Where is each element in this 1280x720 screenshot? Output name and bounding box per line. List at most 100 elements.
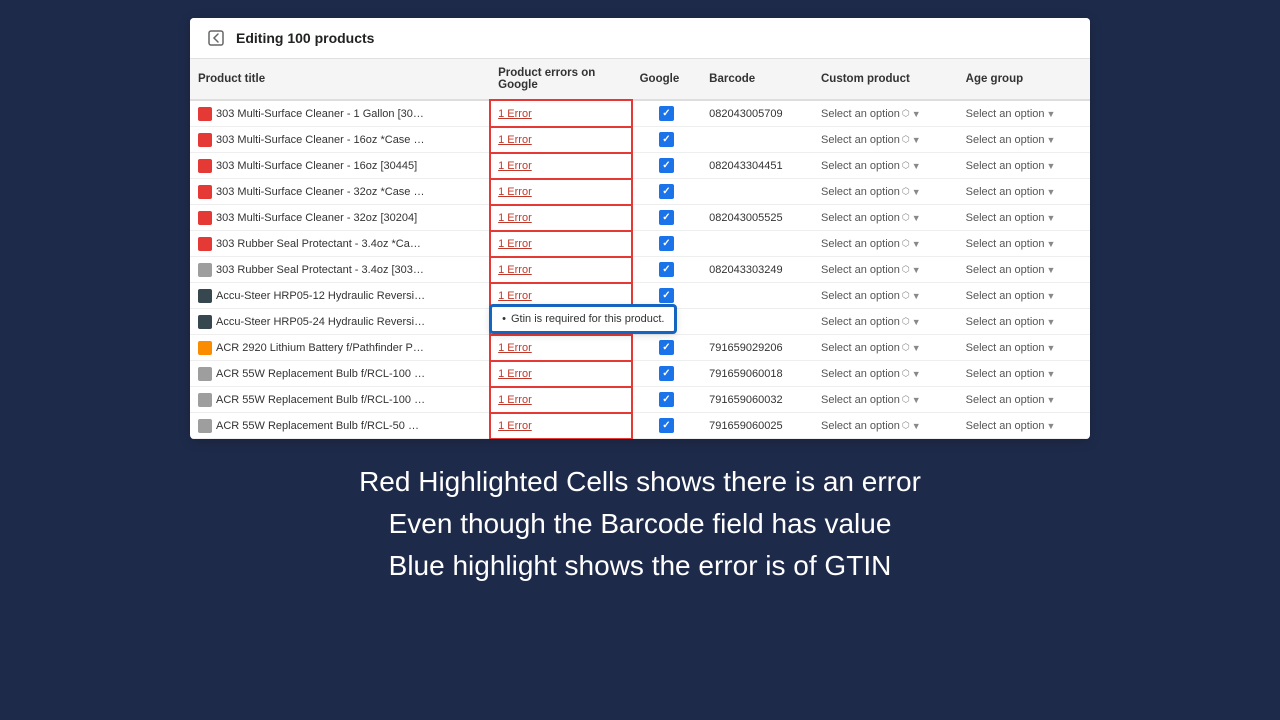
custom-product-select[interactable]: Select an option <box>821 290 900 302</box>
custom-product-select[interactable]: Select an option <box>821 368 900 380</box>
product-icon <box>198 341 212 355</box>
select-arrow-icon: ⬡ <box>902 394 910 405</box>
age-chevron-icon: ▼ <box>1047 239 1056 249</box>
checkbox-checked[interactable] <box>659 184 674 199</box>
barcode-cell: 791659060025 <box>701 413 813 439</box>
product-name: ACR 2920 Lithium Battery f/Pathfinder Pr… <box>216 342 426 354</box>
error-link[interactable]: 1 Error <box>498 160 532 172</box>
select-arrow-icon: ⬡ <box>902 160 910 171</box>
product-icon <box>198 419 212 433</box>
product-icon <box>198 237 212 251</box>
custom-product-select[interactable]: Select an option <box>821 134 900 146</box>
error-link[interactable]: 1 Error <box>498 238 532 250</box>
table-header-row: Product title Product errors onGoogle Go… <box>190 59 1090 100</box>
error-link[interactable]: 1 Error <box>498 368 532 380</box>
barcode-cell <box>701 283 813 309</box>
back-icon[interactable] <box>206 28 226 48</box>
checkbox-checked[interactable] <box>659 210 674 225</box>
custom-product-select[interactable]: Select an option <box>821 342 900 354</box>
error-link[interactable]: 1 Error <box>498 134 532 146</box>
error-cell: 1 Error <box>490 387 631 413</box>
age-group-select[interactable]: Select an option <box>966 238 1045 250</box>
age-group-select[interactable]: Select an option <box>966 108 1045 120</box>
error-link[interactable]: 1 Error <box>498 394 532 406</box>
checkbox-checked[interactable] <box>659 366 674 381</box>
error-link[interactable]: 1 Error <box>498 264 532 276</box>
product-icon <box>198 393 212 407</box>
age-chevron-icon: ▼ <box>1047 187 1056 197</box>
checkbox-checked[interactable] <box>659 106 674 121</box>
age-group-select[interactable]: Select an option <box>966 160 1045 172</box>
table-row: 303 Multi-Surface Cleaner - 16oz [30445]… <box>190 153 1090 179</box>
custom-product-select[interactable]: Select an option <box>821 108 900 120</box>
chevron-icon: ▼ <box>912 343 921 353</box>
product-name: 303 Multi-Surface Cleaner - 32oz [30204] <box>216 212 417 224</box>
products-table: Product title Product errors onGoogle Go… <box>190 59 1090 439</box>
barcode-cell <box>701 127 813 153</box>
custom-product-cell: Select an option ⬡ ▼ <box>813 127 958 153</box>
error-cell: 1 Error <box>490 335 631 361</box>
age-group-select[interactable]: Select an option <box>966 368 1045 380</box>
product-icon <box>198 185 212 199</box>
age-group-select[interactable]: Select an option <box>966 264 1045 276</box>
checkbox-checked[interactable] <box>659 392 674 407</box>
table-row: 303 Rubber Seal Protectant - 3.4oz [3032… <box>190 257 1090 283</box>
custom-product-cell: Select an option ⬡ ▼ <box>813 309 958 335</box>
age-group-cell: Select an option ▼ <box>958 361 1090 387</box>
custom-product-cell: Select an option ⬡ ▼ <box>813 231 958 257</box>
error-cell: 1 Error <box>490 257 631 283</box>
product-title-cell: 303 Multi-Surface Cleaner - 16oz [30445] <box>190 153 490 179</box>
error-link[interactable]: 1 Error <box>498 290 532 302</box>
product-title-cell: ACR 55W Replacement Bulb f/RCL-100 Searc… <box>190 361 490 387</box>
barcode-cell: 082043005525 <box>701 205 813 231</box>
checkbox-checked[interactable] <box>659 288 674 303</box>
custom-product-select[interactable]: Select an option <box>821 420 900 432</box>
age-group-select[interactable]: Select an option <box>966 290 1045 302</box>
product-icon <box>198 367 212 381</box>
age-group-select[interactable]: Select an option <box>966 212 1045 224</box>
checkbox-checked[interactable] <box>659 132 674 147</box>
table-row: Accu-Steer HRP05-12 Hydraulic Reversing … <box>190 283 1090 309</box>
product-title-cell: 303 Multi-Surface Cleaner - 16oz *Case o… <box>190 127 490 153</box>
age-group-select[interactable]: Select an option <box>966 316 1045 328</box>
select-arrow-icon: ⬡ <box>902 316 910 327</box>
custom-product-select[interactable]: Select an option <box>821 186 900 198</box>
age-group-select[interactable]: Select an option <box>966 134 1045 146</box>
custom-product-select[interactable]: Select an option <box>821 212 900 224</box>
checkbox-checked[interactable] <box>659 236 674 251</box>
barcode-cell: 791659060032 <box>701 387 813 413</box>
custom-product-select[interactable]: Select an option <box>821 394 900 406</box>
error-link[interactable]: 1 Error <box>498 108 532 120</box>
custom-product-select[interactable]: Select an option <box>821 264 900 276</box>
age-chevron-icon: ▼ <box>1047 291 1056 301</box>
error-link[interactable]: 1 Error <box>498 186 532 198</box>
checkbox-checked[interactable] <box>659 340 674 355</box>
col-custom-product: Custom product <box>813 59 958 100</box>
error-link[interactable]: 1 Error <box>498 420 532 432</box>
checkbox-checked[interactable] <box>659 158 674 173</box>
checkbox-checked[interactable] <box>659 418 674 433</box>
age-chevron-icon: ▼ <box>1047 343 1056 353</box>
custom-product-select[interactable]: Select an option <box>821 238 900 250</box>
error-link[interactable]: 1 Error <box>498 212 532 224</box>
age-group-select[interactable]: Select an option <box>966 342 1045 354</box>
checkbox-checked[interactable] <box>659 262 674 277</box>
age-group-select[interactable]: Select an option <box>966 420 1045 432</box>
chevron-icon: ▼ <box>912 109 921 119</box>
age-group-select[interactable]: Select an option <box>966 186 1045 198</box>
chevron-icon: ▼ <box>912 135 921 145</box>
chevron-icon: ▼ <box>912 421 921 431</box>
product-name: Accu-Steer HRP05-12 Hydraulic Reversing … <box>216 290 426 302</box>
custom-product-select[interactable]: Select an option <box>821 316 900 328</box>
main-container: Editing 100 products Product title Produ… <box>0 0 1280 720</box>
product-title-cell: ACR 55W Replacement Bulb f/RCL-50 Search… <box>190 413 490 439</box>
chevron-icon: ▼ <box>912 161 921 171</box>
barcode-cell: 082043303249 <box>701 257 813 283</box>
col-errors: Product errors onGoogle <box>490 59 631 100</box>
age-group-cell: Select an option ▼ <box>958 283 1090 309</box>
select-arrow-icon: ⬡ <box>902 290 910 301</box>
col-google: Google <box>632 59 702 100</box>
error-link[interactable]: 1 Error <box>498 342 532 354</box>
age-group-select[interactable]: Select an option <box>966 394 1045 406</box>
custom-product-select[interactable]: Select an option <box>821 160 900 172</box>
